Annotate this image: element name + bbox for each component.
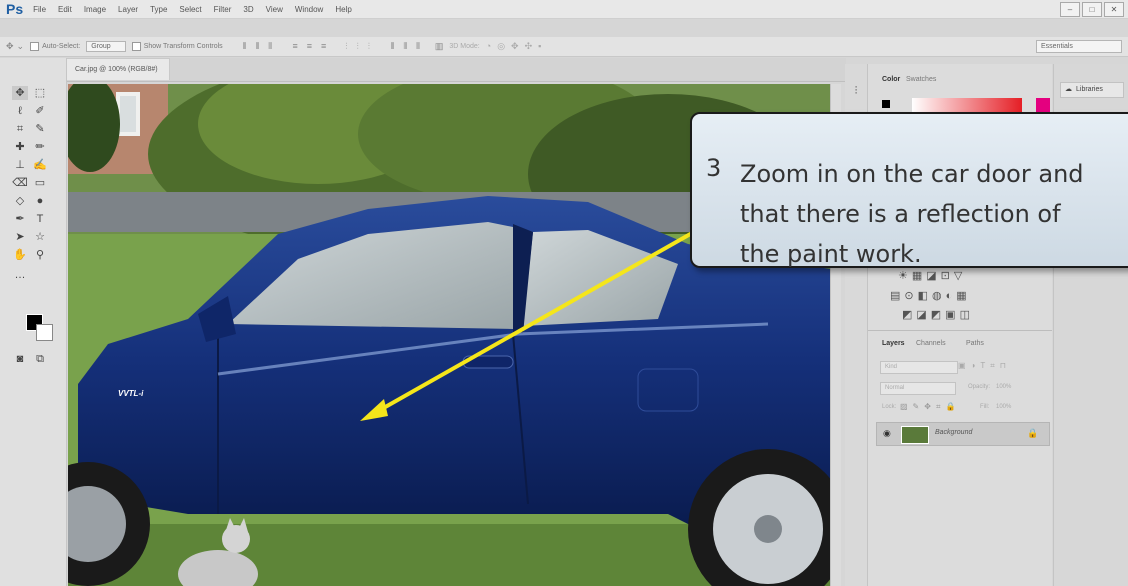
history-brush-tool-icon[interactable]: ✍ <box>32 158 48 172</box>
libraries-button[interactable]: ☁ Libraries <box>1060 82 1124 98</box>
distribute-icons[interactable]: ⫶⫶⫶ ⫴⫴⫴ <box>345 41 429 52</box>
tools-panel: ✥ ⬚ ℓ ✐ ⌗ ✎ ✚ ✏ ⊥ ✍ ⌫ ▭ ◇ ● ✒ T ➤ ☆ ✋ ⚲ … <box>0 58 67 586</box>
auto-select-checkbox[interactable] <box>30 42 40 51</box>
menu-view[interactable]: View <box>266 5 283 14</box>
layer-row-background[interactable]: ◉ Background 🔒 <box>876 422 1050 446</box>
lock-label: Lock: <box>882 404 897 410</box>
workspace-dropdown[interactable]: Essentials <box>1036 40 1122 53</box>
minimize-button[interactable]: – <box>1060 2 1080 17</box>
document-tab-title: Car.jpg @ 100% (RGB/8#) <box>75 66 158 73</box>
menu-help[interactable]: Help <box>335 5 351 14</box>
panel-divider <box>868 330 1052 331</box>
instruction-callout: 3 Zoom in on the car door and that there… <box>690 112 1128 268</box>
tab-color[interactable]: Color <box>882 76 900 83</box>
background-color-swatch[interactable] <box>36 324 53 341</box>
lasso-tool-icon[interactable]: ℓ <box>12 104 28 118</box>
libraries-icon: ☁ <box>1065 86 1072 93</box>
crop-tool-icon[interactable]: ⌗ <box>12 122 28 136</box>
marquee-tool-icon[interactable]: ⬚ <box>32 86 48 100</box>
fill-value[interactable]: 100% <box>996 404 1011 410</box>
chevron-down-icon: ⌄ <box>16 41 25 51</box>
visibility-eye-icon[interactable]: ◉ <box>883 428 891 439</box>
layer-thumbnail <box>901 426 929 444</box>
tab-channels[interactable]: Channels <box>916 340 946 347</box>
tab-swatches[interactable]: Swatches <box>906 76 936 83</box>
brush-tool-icon[interactable]: ✏ <box>32 140 48 154</box>
menu-edit[interactable]: Edit <box>58 5 72 14</box>
callout-step-number: 3 <box>706 154 722 182</box>
menu-layer[interactable]: Layer <box>118 5 138 14</box>
color-preview-swatch <box>1036 98 1050 112</box>
clone-stamp-tool-icon[interactable]: ⊥ <box>12 158 28 172</box>
pen-tool-icon[interactable]: ✒ <box>12 212 28 226</box>
photoshop-logo: Ps <box>6 1 24 17</box>
options-bar: ✥ ⌄ Auto-Select: Group Show Transform Con… <box>0 37 1128 57</box>
menu-bar: Ps File Edit Image Layer Type Select Fil… <box>0 0 1128 19</box>
3d-mode-icons[interactable]: ◔◎✥✣▪ <box>486 41 548 52</box>
gradient-tool-icon[interactable]: ▭ <box>32 176 48 190</box>
adjustment-icons-row-3[interactable]: ◩◪◩▣◫ <box>902 308 974 321</box>
menu-3d[interactable]: 3D <box>243 5 253 14</box>
eyedropper-tool-icon[interactable]: ✎ <box>32 122 48 136</box>
close-button[interactable]: ✕ <box>1104 2 1124 17</box>
transform-controls-label: Show Transform Controls <box>143 43 223 50</box>
document-tab-row <box>66 58 846 82</box>
move-icon: ✥ <box>6 41 14 51</box>
dodge-tool-icon[interactable]: ● <box>32 194 48 208</box>
3d-mode-label: 3D Mode: <box>449 43 480 50</box>
maximize-button[interactable]: □ <box>1082 2 1102 17</box>
window-controls: – □ ✕ <box>1060 2 1124 17</box>
screen-mode-icon[interactable]: ⧉ <box>32 352 48 366</box>
eraser-tool-icon[interactable]: ⌫ <box>12 176 28 190</box>
transform-controls-checkbox[interactable] <box>131 42 141 51</box>
car-badge: VVTL-i <box>118 389 144 398</box>
tab-layers[interactable]: Layers <box>882 340 905 347</box>
fill-label: Fill: <box>980 404 990 410</box>
align-icons[interactable]: ⫴⫴⫴ ≡≡≡ <box>243 41 336 52</box>
auto-select-dropdown[interactable]: Group <box>86 41 126 52</box>
quick-select-tool-icon[interactable]: ✐ <box>32 104 48 118</box>
healing-brush-tool-icon[interactable]: ✚ <box>12 140 28 154</box>
layer-filter-icons[interactable]: ▣◑T⌗⊓ <box>958 361 1011 371</box>
auto-select-label: Auto-Select: <box>42 43 81 50</box>
move-tool-options[interactable]: ✥ ⌄ <box>6 41 24 52</box>
history-panel-icon[interactable]: ⫶ <box>848 84 864 98</box>
blend-mode-dropdown[interactable]: Normal <box>880 382 956 395</box>
move-tool-icon[interactable]: ✥ <box>12 86 28 100</box>
menu-image[interactable]: Image <box>84 5 106 14</box>
callout-text: Zoom in on the car door and that there i… <box>740 160 1084 268</box>
shape-tool-icon[interactable]: ☆ <box>32 230 48 244</box>
color-ramp[interactable] <box>912 98 1022 112</box>
menu-select[interactable]: Select <box>179 5 201 14</box>
auto-align-icon[interactable]: ▥ <box>435 41 444 52</box>
color-fg-chip[interactable] <box>882 100 890 108</box>
opacity-label: Opacity: <box>968 384 991 390</box>
hand-tool-icon[interactable]: ✋ <box>12 248 28 262</box>
adjustment-icons-row-2[interactable]: ▤⊙◧◍◐▦ <box>890 289 971 302</box>
lock-icons[interactable]: ▨✎✥⌗🔒 <box>900 402 960 412</box>
layer-kind-filter[interactable]: Kind <box>880 361 958 374</box>
blur-tool-icon[interactable]: ◇ <box>12 194 28 208</box>
document-tab[interactable]: Car.jpg @ 100% (RGB/8#) × <box>66 58 170 95</box>
tab-paths[interactable]: Paths <box>966 340 984 347</box>
lock-icon: 🔒 <box>1027 428 1039 438</box>
layer-name[interactable]: Background <box>935 429 972 436</box>
menu-filter[interactable]: Filter <box>214 5 232 14</box>
zoom-tool-icon[interactable]: ⚲ <box>32 248 48 262</box>
path-selection-tool-icon[interactable]: ➤ <box>12 230 28 244</box>
menu-type[interactable]: Type <box>150 5 167 14</box>
type-tool-icon[interactable]: T <box>32 212 48 226</box>
more-tools-icon[interactable]: … <box>12 268 28 282</box>
menu-file[interactable]: File <box>33 5 46 14</box>
menu-window[interactable]: Window <box>295 5 323 14</box>
quick-mask-icon[interactable]: ◙ <box>12 352 28 366</box>
opacity-value[interactable]: 100% <box>996 384 1011 390</box>
